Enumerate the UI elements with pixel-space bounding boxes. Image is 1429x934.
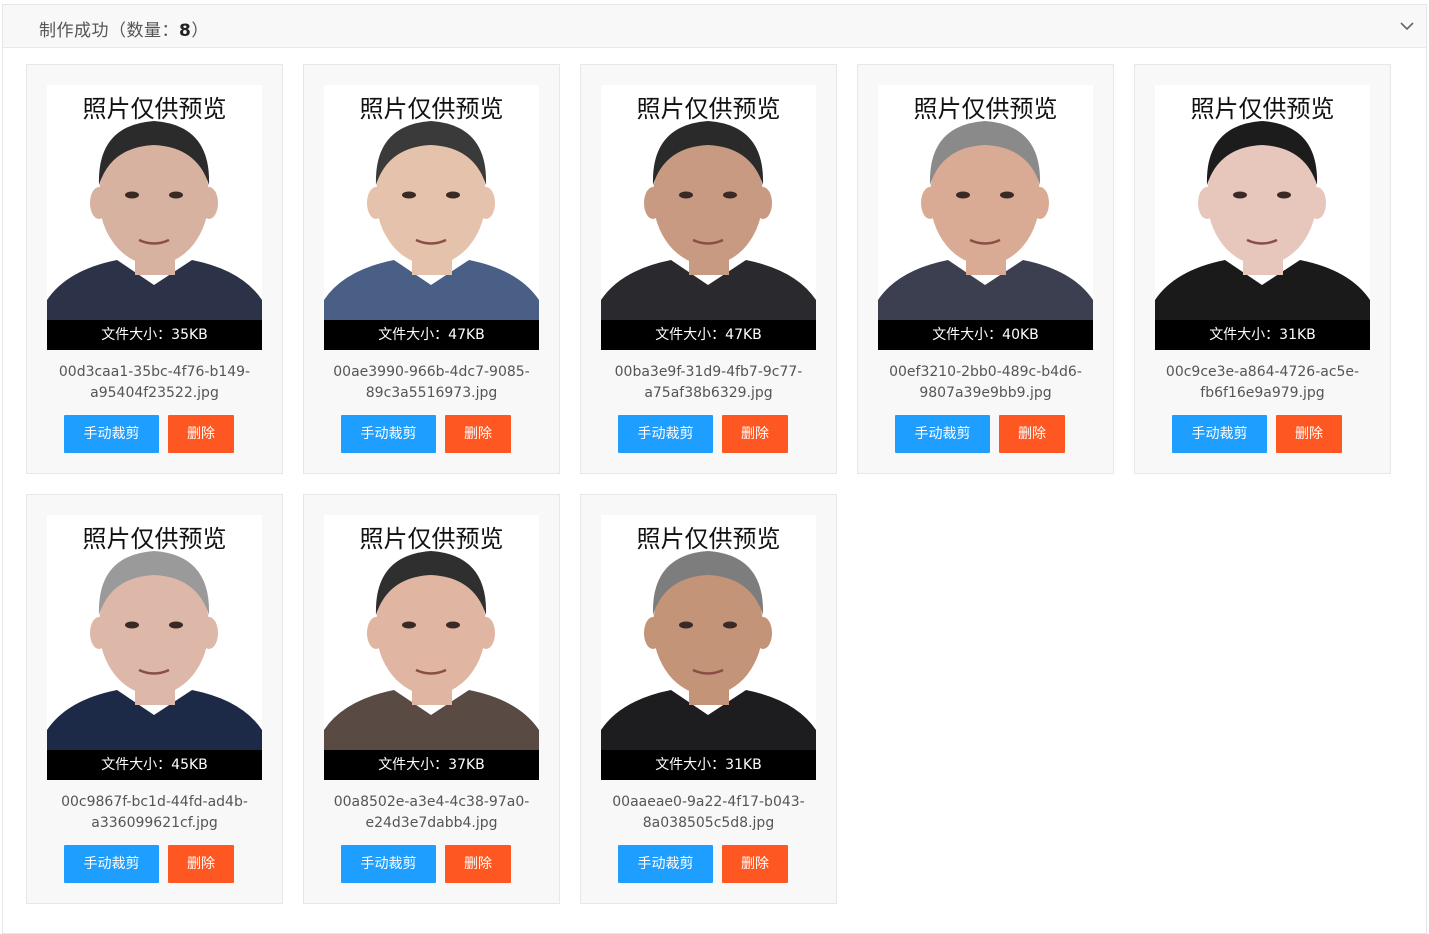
portrait-image	[878, 121, 1093, 350]
preview-watermark: 照片仅供预览	[359, 525, 504, 553]
file-size-label: 文件大小：40KB	[878, 320, 1093, 350]
delete-button[interactable]: 删除	[445, 415, 511, 453]
file-size-label: 文件大小：47KB	[601, 320, 816, 350]
preview-watermark: 照片仅供预览	[913, 95, 1058, 123]
photo-card-8: 照片仅供预览 文件大小：31KB 00aaeae0-9a22-4f17-b043…	[580, 494, 837, 904]
manual-crop-button[interactable]: 手动裁剪	[1172, 415, 1267, 453]
title-suffix: ）	[191, 21, 209, 41]
file-name: 00ae3990-966b-4dc7-9085- 89c3a5516973.jpg	[314, 362, 549, 404]
file-name-line-1: 00a8502e-a3e4-4c38-97a0-	[333, 794, 530, 810]
photo-card-2: 照片仅供预览 文件大小：47KB 00ae3990-966b-4dc7-9085…	[303, 64, 560, 474]
file-size-label: 文件大小：45KB	[47, 750, 262, 780]
photo-preview[interactable]: 照片仅供预览 文件大小：31KB	[601, 515, 816, 780]
portrait-image	[601, 551, 816, 780]
photo-preview[interactable]: 照片仅供预览 文件大小：47KB	[601, 85, 816, 350]
delete-button[interactable]: 删除	[999, 415, 1065, 453]
file-name-line-1: 00d3caa1-35bc-4f76-b149-	[58, 364, 251, 380]
file-name-line-2: a75af38b6329.jpg	[644, 385, 773, 401]
file-name-line-1: 00c9867f-bc1d-44fd-ad4b-	[61, 794, 248, 810]
portrait-image	[601, 121, 816, 350]
file-name-line-2: 9807a39e9bb9.jpg	[919, 385, 1052, 401]
title-prefix: 制作成功（数量：	[39, 21, 179, 41]
file-name-line-1: 00c9ce3e-a864-4726-ac5e-	[1165, 364, 1360, 380]
delete-button[interactable]: 删除	[445, 845, 511, 883]
manual-crop-button[interactable]: 手动裁剪	[64, 415, 159, 453]
panel-header[interactable]: 制作成功（数量：8）	[3, 5, 1426, 48]
photo-card-1: 照片仅供预览 文件大小：35KB 00d3caa1-35bc-4f76-b149…	[26, 64, 283, 474]
preview-watermark: 照片仅供预览	[359, 95, 504, 123]
manual-crop-button[interactable]: 手动裁剪	[64, 845, 159, 883]
file-name: 00c9ce3e-a864-4726-ac5e-fb6f16e9a979.jpg	[1145, 362, 1380, 404]
file-name-line-2: fb6f16e9a979.jpg	[1200, 385, 1325, 401]
file-name: 00a8502e-a3e4-4c38-97a0- e24d3e7dabb4.jpg	[314, 792, 549, 834]
portrait-image	[47, 121, 262, 350]
photo-card-3: 照片仅供预览 文件大小：47KB 00ba3e9f-31d9-4fb7-9c77…	[580, 64, 837, 474]
file-name-line-1: 00ba3e9f-31d9-4fb7-9c77-	[614, 364, 803, 380]
file-name-line-2: a336099621cf.jpg	[91, 815, 218, 831]
delete-button[interactable]: 删除	[722, 845, 788, 883]
preview-watermark: 照片仅供预览	[82, 95, 227, 123]
portrait-image	[47, 551, 262, 780]
file-name-line-1: 00ae3990-966b-4dc7-9085-	[333, 364, 530, 380]
photo-preview[interactable]: 照片仅供预览 文件大小：40KB	[878, 85, 1093, 350]
chevron-down-icon[interactable]	[1398, 17, 1416, 35]
photo-card-6: 照片仅供预览 文件大小：45KB 00c9867f-bc1d-44fd-ad4b…	[26, 494, 283, 904]
photo-preview[interactable]: 照片仅供预览 文件大小：31KB	[1155, 85, 1370, 350]
manual-crop-button[interactable]: 手动裁剪	[618, 415, 713, 453]
manual-crop-button[interactable]: 手动裁剪	[618, 845, 713, 883]
file-name-line-2: a95404f23522.jpg	[90, 385, 219, 401]
portrait-image	[1155, 121, 1370, 350]
file-name: 00d3caa1-35bc-4f76-b149- a95404f23522.jpg	[37, 362, 272, 404]
success-count: 8	[179, 21, 192, 41]
portrait-image	[324, 121, 539, 350]
photo-card-7: 照片仅供预览 文件大小：37KB 00a8502e-a3e4-4c38-97a0…	[303, 494, 560, 904]
file-name: 00ba3e9f-31d9-4fb7-9c77- a75af38b6329.jpg	[591, 362, 826, 404]
file-name: 00aaeae0-9a22-4f17-b043- 8a038505c5d8.jpg	[591, 792, 826, 834]
file-name: 00c9867f-bc1d-44fd-ad4b-a336099621cf.jpg	[37, 792, 272, 834]
file-size-label: 文件大小：31KB	[601, 750, 816, 780]
photo-card-4: 照片仅供预览 文件大小：40KB 00ef3210-2bb0-489c-b4d6…	[857, 64, 1114, 474]
panel-title: 制作成功（数量：8）	[39, 16, 209, 41]
file-size-label: 文件大小：37KB	[324, 750, 539, 780]
photo-preview[interactable]: 照片仅供预览 文件大小：45KB	[47, 515, 262, 780]
manual-crop-button[interactable]: 手动裁剪	[341, 845, 436, 883]
delete-button[interactable]: 删除	[1276, 415, 1342, 453]
manual-crop-button[interactable]: 手动裁剪	[341, 415, 436, 453]
photo-grid: 照片仅供预览 文件大小：35KB 00d3caa1-35bc-4f76-b149…	[26, 64, 1391, 904]
delete-button[interactable]: 删除	[722, 415, 788, 453]
preview-watermark: 照片仅供预览	[636, 525, 781, 553]
delete-button[interactable]: 删除	[168, 845, 234, 883]
delete-button[interactable]: 删除	[168, 415, 234, 453]
photo-preview[interactable]: 照片仅供预览 文件大小：35KB	[47, 85, 262, 350]
preview-watermark: 照片仅供预览	[636, 95, 781, 123]
photo-preview[interactable]: 照片仅供预览 文件大小：37KB	[324, 515, 539, 780]
file-name-line-1: 00aaeae0-9a22-4f17-b043-	[612, 794, 805, 810]
file-name-line-2: 89c3a5516973.jpg	[365, 385, 498, 401]
photo-preview[interactable]: 照片仅供预览 文件大小：47KB	[324, 85, 539, 350]
portrait-image	[324, 551, 539, 780]
preview-watermark: 照片仅供预览	[82, 525, 227, 553]
file-size-label: 文件大小：31KB	[1155, 320, 1370, 350]
file-name-line-2: 8a038505c5d8.jpg	[642, 815, 775, 831]
file-size-label: 文件大小：35KB	[47, 320, 262, 350]
manual-crop-button[interactable]: 手动裁剪	[895, 415, 990, 453]
file-name-line-2: e24d3e7dabb4.jpg	[365, 815, 498, 831]
file-name-line-1: 00ef3210-2bb0-489c-b4d6-	[889, 364, 1082, 380]
photo-card-5: 照片仅供预览 文件大小：31KB 00c9ce3e-a864-4726-ac5e…	[1134, 64, 1391, 474]
preview-watermark: 照片仅供预览	[1190, 95, 1335, 123]
file-size-label: 文件大小：47KB	[324, 320, 539, 350]
file-name: 00ef3210-2bb0-489c-b4d6- 9807a39e9bb9.jpg	[868, 362, 1103, 404]
